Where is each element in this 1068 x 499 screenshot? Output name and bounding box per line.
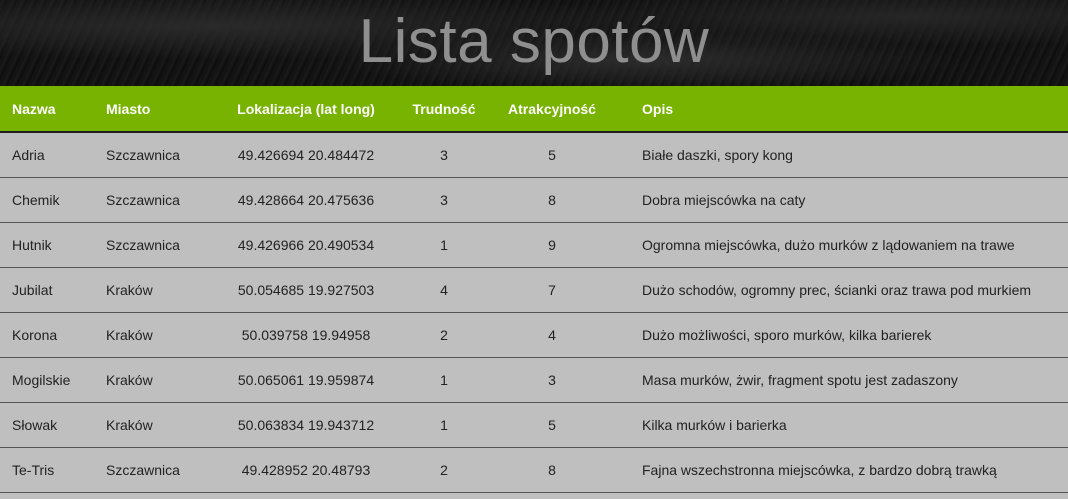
cell-city: Szczawnica xyxy=(106,146,180,163)
cell-city: Szczawnica xyxy=(106,236,180,253)
cell-name: Korona xyxy=(12,326,58,343)
cell-difficulty: 2 xyxy=(440,461,448,478)
page-header-banner: Lista spotów xyxy=(0,0,1068,86)
column-header-location: Lokalizacja (lat long) xyxy=(206,86,406,133)
spots-table: Nazwa Miasto Lokalizacja (lat long) Trud… xyxy=(0,86,1068,493)
cell-city: Szczawnica xyxy=(106,191,180,208)
cell-name: Mogilskie xyxy=(12,371,71,388)
cell-location: 50.065061 19.959874 xyxy=(237,371,375,388)
table-row: Adria Szczawnica 49.426694 20.484472 3 5… xyxy=(0,132,1068,177)
cell-difficulty: 2 xyxy=(440,326,448,343)
table-header-row: Nazwa Miasto Lokalizacja (lat long) Trud… xyxy=(0,86,1068,133)
cell-description: Dużo możliwości, sporo murków, kilka bar… xyxy=(642,326,932,343)
cell-location: 50.063834 19.943712 xyxy=(237,416,375,433)
cell-name: Hutnik xyxy=(12,236,52,253)
table-row: Jubilat Kraków 50.054685 19.927503 4 7 D… xyxy=(0,267,1068,312)
cell-difficulty: 1 xyxy=(440,416,448,433)
cell-location: 50.039758 19.94958 xyxy=(241,326,371,343)
table-row: Korona Kraków 50.039758 19.94958 2 4 Duż… xyxy=(0,312,1068,357)
cell-location: 49.426966 20.490534 xyxy=(237,236,375,253)
cell-attractiveness: 3 xyxy=(548,371,556,388)
cell-name: Jubilat xyxy=(12,281,53,298)
cell-difficulty: 3 xyxy=(440,146,448,163)
cell-city: Kraków xyxy=(106,416,153,433)
cell-description: Ogromna miejscówka, dużo murków z lądowa… xyxy=(642,236,1015,253)
column-header-difficulty: Trudność xyxy=(406,86,482,133)
cell-name: Adria xyxy=(12,146,45,163)
column-header-name: Nazwa xyxy=(0,86,106,133)
cell-city: Kraków xyxy=(106,281,153,298)
cell-difficulty: 1 xyxy=(440,236,448,253)
cell-city: Szczawnica xyxy=(106,461,180,478)
cell-description: Masa murków, żwir, fragment spotu jest z… xyxy=(642,371,958,388)
cell-difficulty: 4 xyxy=(440,281,448,298)
cell-attractiveness: 7 xyxy=(548,281,556,298)
cell-attractiveness: 4 xyxy=(548,326,556,343)
cell-location: 49.428664 20.475636 xyxy=(237,191,375,208)
cell-attractiveness: 5 xyxy=(548,416,556,433)
cell-city: Kraków xyxy=(106,326,153,343)
cell-name: Słowak xyxy=(12,416,58,433)
table-row: Hutnik Szczawnica 49.426966 20.490534 1 … xyxy=(0,222,1068,267)
cell-description: Dużo schodów, ogromny prec, ścianki oraz… xyxy=(642,281,1032,298)
column-header-description: Opis xyxy=(622,86,1068,133)
cell-description: Białe daszki, spory kong xyxy=(642,146,793,163)
table-row: Słowak Kraków 50.063834 19.943712 1 5 Ki… xyxy=(0,402,1068,447)
cell-difficulty: 1 xyxy=(440,371,448,388)
cell-attractiveness: 8 xyxy=(548,191,556,208)
table-body: Adria Szczawnica 49.426694 20.484472 3 5… xyxy=(0,132,1068,492)
cell-difficulty: 3 xyxy=(440,191,448,208)
cell-city: Kraków xyxy=(106,371,153,388)
column-header-city: Miasto xyxy=(106,86,206,133)
cell-name: Te-Tris xyxy=(12,461,55,478)
cell-location: 49.428952 20.48793 xyxy=(241,461,371,478)
page-title: Lista spotów xyxy=(358,7,710,76)
table-row: Chemik Szczawnica 49.428664 20.475636 3 … xyxy=(0,177,1068,222)
table-row: Te-Tris Szczawnica 49.428952 20.48793 2 … xyxy=(0,447,1068,492)
cell-location: 50.054685 19.927503 xyxy=(237,281,375,298)
cell-attractiveness: 5 xyxy=(548,146,556,163)
cell-description: Fajna wszechstronna miejscówka, z bardzo… xyxy=(642,461,997,478)
table-header: Nazwa Miasto Lokalizacja (lat long) Trud… xyxy=(0,86,1068,133)
cell-name: Chemik xyxy=(12,191,60,208)
cell-attractiveness: 8 xyxy=(548,461,556,478)
cell-description: Kilka murków i barierka xyxy=(642,416,787,433)
column-header-attractiveness: Atrakcyjność xyxy=(482,86,622,133)
cell-attractiveness: 9 xyxy=(548,236,556,253)
cell-location: 49.426694 20.484472 xyxy=(237,146,375,163)
cell-description: Dobra miejscówka na caty xyxy=(642,191,806,208)
table-row: Mogilskie Kraków 50.065061 19.959874 1 3… xyxy=(0,357,1068,402)
